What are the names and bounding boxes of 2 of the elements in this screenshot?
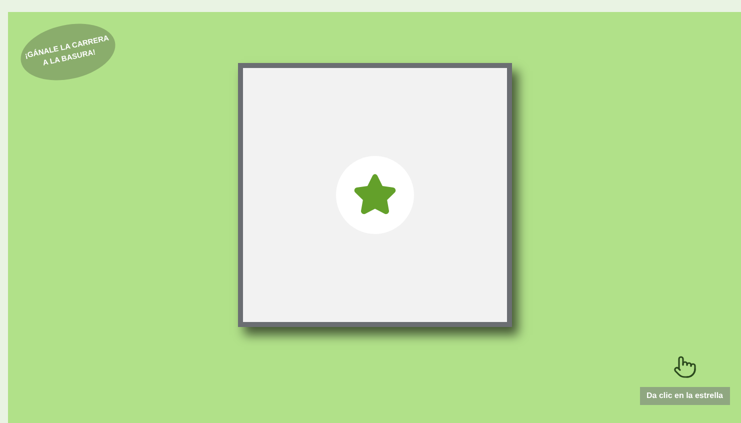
hint-label: Da clic en la estrella [640, 387, 730, 405]
pointer-hand-icon [672, 355, 697, 379]
